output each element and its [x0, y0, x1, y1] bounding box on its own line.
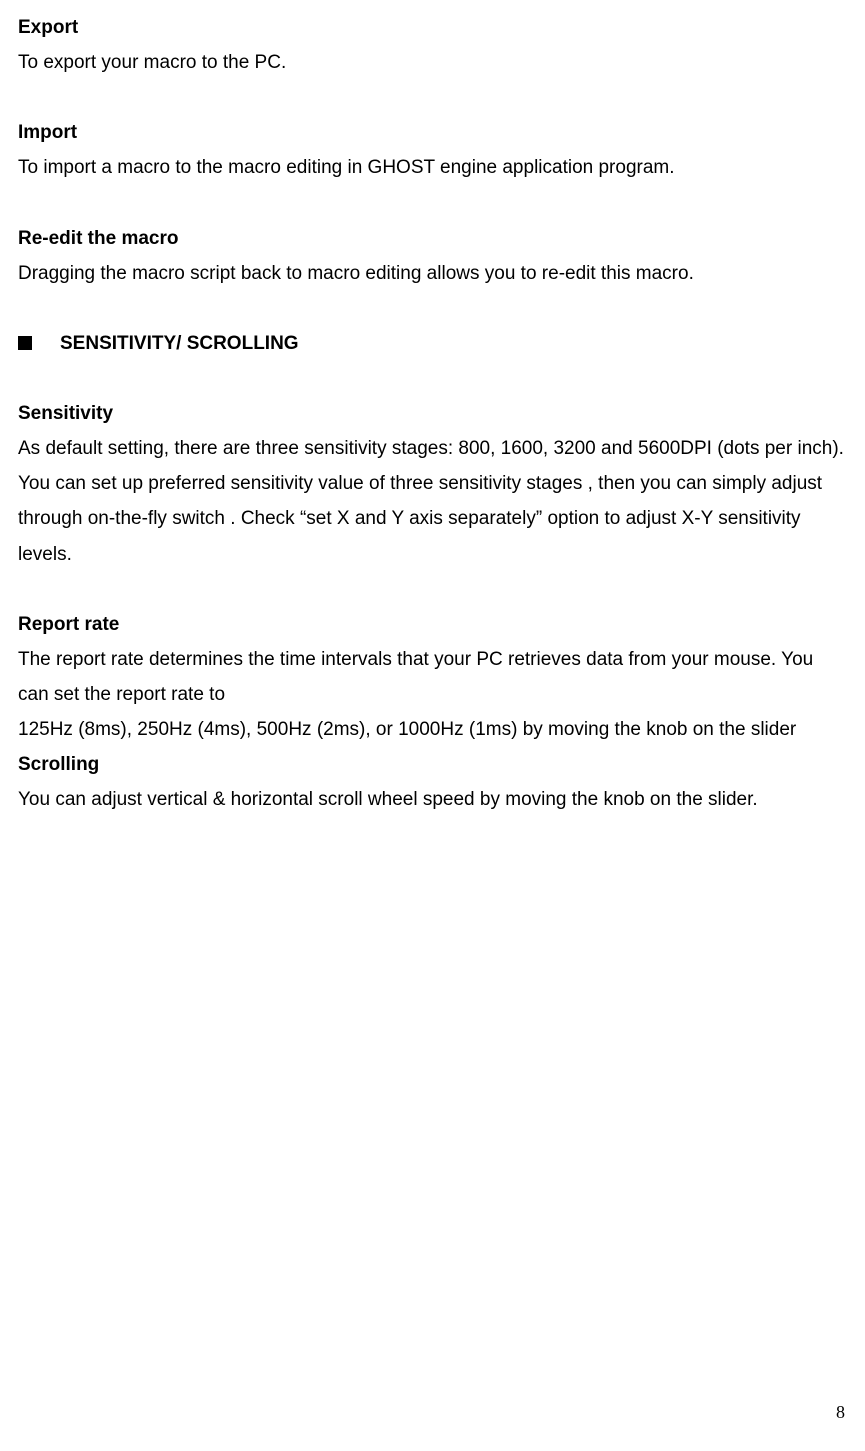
section-heading-text: SENSITIVITY/ SCROLLING: [60, 326, 299, 361]
heading-export: Export: [18, 10, 847, 45]
body-sensitivity: As default setting, there are three sens…: [18, 431, 847, 572]
square-bullet-icon: [18, 336, 32, 350]
heading-reedit: Re-edit the macro: [18, 221, 847, 256]
spacer: [18, 186, 847, 221]
heading-scrolling: Scrolling: [18, 747, 847, 782]
spacer: [18, 291, 847, 326]
section-heading-sensitivity-scrolling: SENSITIVITY/ SCROLLING: [18, 326, 847, 361]
heading-sensitivity: Sensitivity: [18, 396, 847, 431]
page-number: 8: [836, 1396, 845, 1429]
body-import: To import a macro to the macro editing i…: [18, 150, 847, 185]
body-reedit: Dragging the macro script back to macro …: [18, 256, 847, 291]
body-export: To export your macro to the PC.: [18, 45, 847, 80]
body-scrolling: You can adjust vertical & horizontal scr…: [18, 782, 847, 817]
spacer: [18, 572, 847, 607]
spacer: [18, 80, 847, 115]
body-report-rate-1: The report rate determines the time inte…: [18, 642, 847, 712]
body-report-rate-2: 125Hz (8ms), 250Hz (4ms), 500Hz (2ms), o…: [18, 712, 847, 747]
spacer: [18, 361, 847, 396]
heading-report-rate: Report rate: [18, 607, 847, 642]
heading-import: Import: [18, 115, 847, 150]
